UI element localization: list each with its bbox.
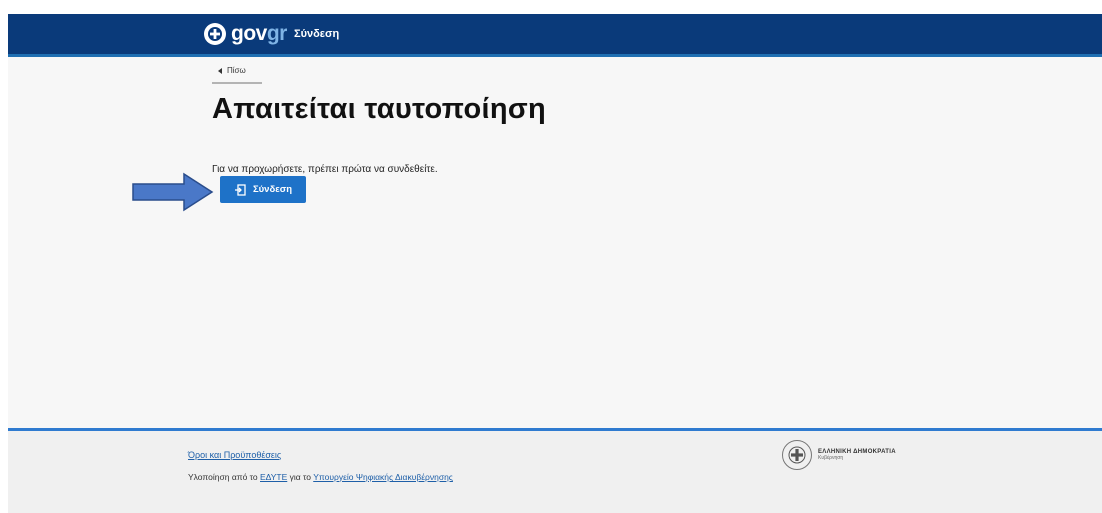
edyte-link[interactable]: ΕΔΥΤΕ (260, 472, 287, 482)
greek-emblem-icon (782, 440, 812, 470)
greek-emblem-icon (204, 23, 226, 45)
logo-gr-text: gr (266, 22, 288, 45)
logo-gov-text: gov (231, 22, 267, 45)
triangle-left-icon (218, 67, 222, 74)
badge-text: ΕΛΛΗΝΙΚΗ ΔΗΜΟΚΡΑΤΙΑ Κυβέρνηση (818, 449, 896, 461)
page-title: Απαιτείται ταυτοποίηση (212, 93, 546, 125)
login-icon (234, 183, 246, 196)
arrow-right-icon (132, 172, 214, 212)
login-button-label: Σύνδεση (252, 184, 293, 195)
middle-text: για το (287, 472, 314, 482)
terms-link[interactable]: Όροι και Προϋποθέσεις (188, 450, 281, 460)
page-frame: govgr Σύνδεση Πίσω Απαιτείται ταυτοποίησ… (8, 14, 1102, 513)
govgr-logo[interactable]: govgr (204, 22, 287, 46)
implementation-line: Υλοποίηση από το ΕΔΥΤΕ για το Υπουργείο … (188, 472, 453, 482)
site-footer (8, 428, 1102, 513)
header-divider (8, 54, 1102, 57)
intro-text: Για να προχωρήσετε, πρέπει πρώτα να συνδ… (212, 164, 438, 175)
site-header: govgr Σύνδεση (8, 14, 1102, 54)
hellenic-republic-badge[interactable]: ΕΛΛΗΝΙΚΗ ΔΗΜΟΚΡΑΤΙΑ Κυβέρνηση (782, 440, 896, 470)
back-label: Πίσω (227, 66, 246, 75)
login-button[interactable]: Σύνδεση (220, 176, 306, 203)
implementation-prefix: Υλοποίηση από το (188, 472, 261, 482)
ministry-link[interactable]: Υπουργείο Ψηφιακής Διακυβέρνησης (313, 472, 453, 482)
back-link[interactable]: Πίσω (212, 64, 262, 84)
header-login-link[interactable]: Σύνδεση (294, 26, 339, 42)
badge-subtitle: Κυβέρνηση (818, 455, 844, 461)
logo-text: govgr (231, 22, 287, 46)
